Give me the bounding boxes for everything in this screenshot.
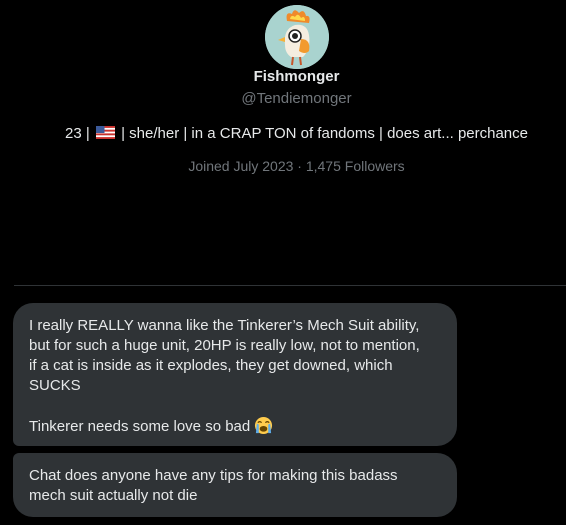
message-text-line: Tinkerer needs some love so bad xyxy=(29,416,441,437)
message-bubble[interactable]: Chat does anyone have any tips for makin… xyxy=(13,453,457,517)
dm-conversation-page: Fishmonger @Tendiemonger 23 | | she/her … xyxy=(0,0,566,525)
rooster-avatar-icon xyxy=(265,5,329,69)
bio-text-start: 23 | xyxy=(65,125,90,142)
profile-bio: 23 | | she/her | in a CRAP TON of fandom… xyxy=(0,124,566,144)
loudly-crying-face-icon xyxy=(255,416,273,435)
bio-text-end: | she/her | in a CRAP TON of fandoms | d… xyxy=(121,125,528,142)
divider xyxy=(14,285,566,286)
message-text: I really REALLY wanna like the Tinkerer’… xyxy=(29,317,420,394)
us-flag-icon xyxy=(95,126,115,139)
joined-followers: Joined July 2023 · 1,475 Followers xyxy=(188,158,405,174)
message-text: Tinkerer needs some love so bad xyxy=(29,418,251,435)
message-bubble[interactable]: I really REALLY wanna like the Tinkerer’… xyxy=(13,303,457,446)
handle[interactable]: @Tendiemonger xyxy=(0,89,566,109)
message-text: Chat does anyone have any tips for makin… xyxy=(29,467,398,504)
avatar[interactable] xyxy=(265,5,329,69)
display-name[interactable]: Fishmonger xyxy=(0,67,566,87)
